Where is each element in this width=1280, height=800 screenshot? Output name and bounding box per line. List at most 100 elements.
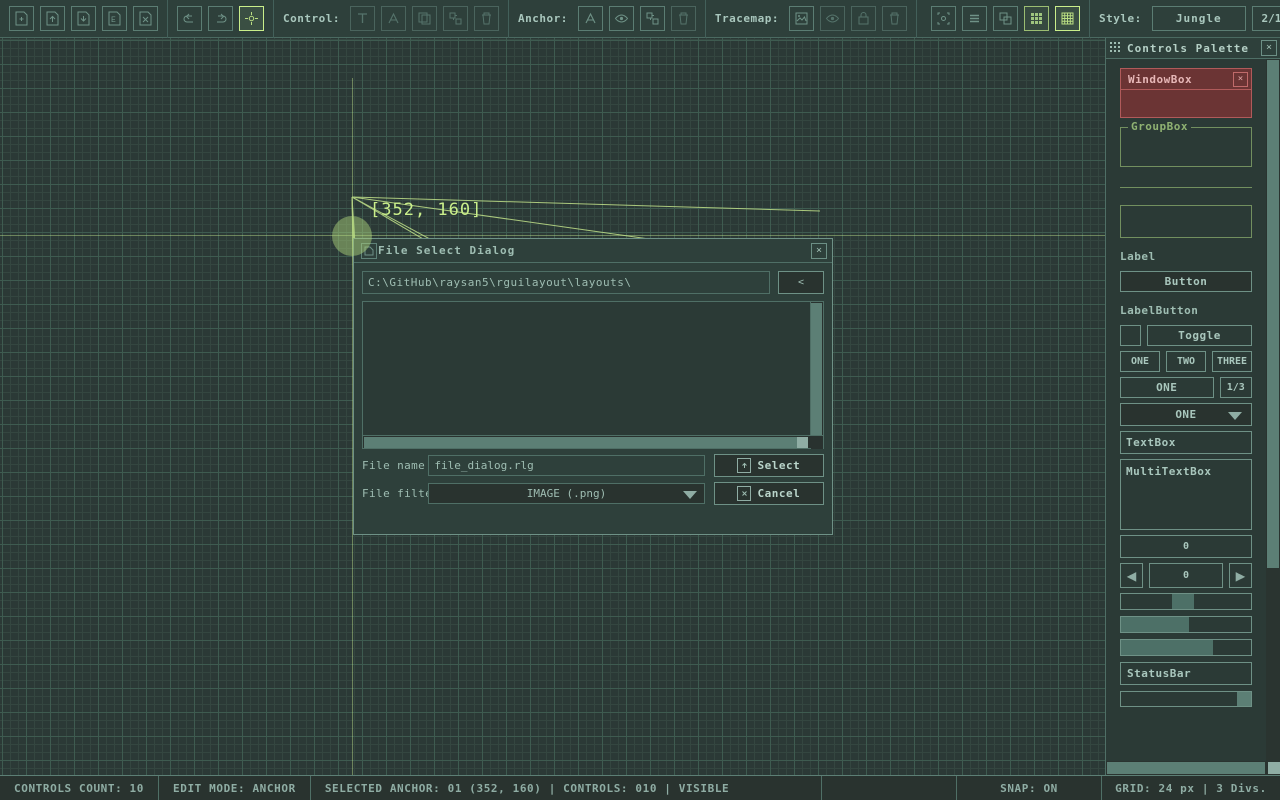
palette-spinner-value[interactable]: 0 [1149,563,1223,588]
palette-header[interactable]: Controls Palette × [1106,38,1280,59]
anchor-mode-button[interactable] [239,6,264,31]
palette-item-toggle[interactable]: Toggle [1147,325,1252,346]
file-filter-value: IMAGE (.png) [526,487,607,500]
control-group-label: Control: [283,12,340,25]
style-name-display[interactable]: Jungle [1151,6,1246,31]
palette-item-multitextbox[interactable]: MultiTextBox [1120,459,1252,530]
progressbar-fill [1121,640,1213,655]
palette-items-list: WindowBox × GroupBox Label Button LabelB… [1106,59,1266,775]
control-delete-button[interactable] [473,6,499,31]
view-list-button[interactable] [961,6,987,31]
palette-togglegroup-two[interactable]: TWO [1166,351,1206,372]
status-selection-info: SELECTED ANCHOR: 01 (352, 160) | CONTROL… [311,776,822,800]
palette-close-icon[interactable]: × [1261,40,1277,56]
dialog-close-icon[interactable]: × [811,243,827,259]
anchor-group-label: Anchor: [517,12,568,25]
control-font-button[interactable] [380,6,406,31]
palette-title: Controls Palette [1127,41,1249,55]
slider-knob[interactable] [1172,594,1194,609]
chevron-down-icon [1228,412,1242,420]
design-canvas[interactable]: File Select Dialog × C:\GitHub\raysan5\r… [0,38,1280,775]
anchor-visibility-button[interactable] [608,6,634,31]
file-list-vscroll-thumb[interactable] [811,303,822,436]
redo-button[interactable] [208,6,233,31]
palette-toggleslider-value[interactable]: ONE [1120,377,1214,398]
status-controls-count: CONTROLS COUNT: 10 [0,776,160,800]
palette-item-slider[interactable] [1120,593,1252,610]
palette-groupbox-label: GroupBox [1128,120,1191,133]
palette-hscroll-thumb[interactable] [1107,762,1265,774]
save-layout-button[interactable] [71,6,96,31]
palette-togglegroup-three[interactable]: THREE [1212,351,1252,372]
palette-item-checkbox[interactable] [1120,325,1141,346]
file-list-hscroll-thumb[interactable] [364,437,805,448]
select-button[interactable]: Select [713,454,824,477]
palette-windowbox-close-icon[interactable]: × [1233,72,1248,87]
palette-item-scrollpanel[interactable] [1120,691,1252,707]
undo-button[interactable] [177,6,202,31]
view-selection-button[interactable] [930,6,956,31]
anchor-coordinate-label: [352, 160] [370,200,483,220]
palette-item-statusbar[interactable]: StatusBar [1120,662,1252,685]
file-name-input[interactable]: file_dialog.rlg [428,455,705,476]
dialog-titlebar[interactable]: File Select Dialog × [354,239,832,263]
tracemap-toolbar-group: Tracemap: [706,0,917,38]
palette-item-label[interactable]: Label [1120,250,1252,263]
view-layers-button[interactable] [992,6,1018,31]
palette-hscroll-button[interactable] [1268,762,1280,774]
palette-item-button[interactable]: Button [1120,271,1252,292]
path-input[interactable]: C:\GitHub\raysan5\rguilayout\layouts\ [362,271,770,294]
control-duplicate-button[interactable] [411,6,437,31]
svg-text:E: E [111,16,116,25]
open-layout-button[interactable] [40,6,65,31]
file-filter-combobox[interactable]: IMAGE (.png) [428,483,705,504]
tracemap-lock-button[interactable] [850,6,876,31]
spinner-right-arrow-icon[interactable]: ▶ [1229,563,1252,588]
palette-toggleslider-fraction[interactable]: 1/3 [1219,377,1252,398]
palette-vscroll-thumb[interactable] [1267,60,1279,568]
export-layout-button[interactable]: E [102,6,127,31]
file-list-vscrollbar[interactable] [810,302,823,449]
view-grid-button[interactable] [1054,6,1080,31]
select-button-label: Select [757,459,801,472]
tracemap-group-label: Tracemap: [714,12,779,25]
path-back-button[interactable]: < [778,271,824,294]
palette-item-progressbar[interactable] [1120,639,1252,656]
file-list-view[interactable] [362,301,824,449]
control-text-button[interactable] [349,6,375,31]
file-list-hscrollbar[interactable] [363,435,823,448]
palette-item-line[interactable] [1120,187,1252,188]
palette-item-textbox[interactable]: TextBox [1120,431,1252,454]
spinner-left-arrow-icon[interactable]: ◀ [1120,563,1143,588]
control-order-button[interactable] [442,6,468,31]
control-toolbar-group: Control: [274,0,509,38]
status-edit-mode: EDIT MODE: ANCHOR [159,776,311,800]
anchor-link-button[interactable] [639,6,665,31]
anchor-handle[interactable] [332,216,372,256]
scrollpanel-thumb[interactable] [1237,692,1251,706]
palette-item-combobox[interactable]: ONE [1120,403,1252,426]
file-select-dialog[interactable]: File Select Dialog × C:\GitHub\raysan5\r… [353,238,833,535]
palette-item-labelbutton[interactable]: LabelButton [1120,304,1252,317]
palette-item-panel[interactable] [1120,205,1252,238]
status-snap: SNAP: ON [957,776,1102,800]
anchor-name-button[interactable] [577,6,603,31]
close-layout-button[interactable] [133,6,158,31]
x-box-icon [737,486,752,501]
palette-item-sliderbar[interactable] [1120,616,1252,633]
palette-togglegroup-one[interactable]: ONE [1120,351,1160,372]
palette-item-valuebox[interactable]: 0 [1120,535,1252,558]
palette-hscrollbar[interactable] [1106,761,1280,775]
palette-item-groupbox[interactable]: GroupBox [1120,120,1252,167]
tracemap-delete-button[interactable] [881,6,907,31]
view-snap-button[interactable] [1023,6,1049,31]
palette-item-windowbox[interactable]: WindowBox × [1120,68,1252,118]
cancel-button[interactable]: Cancel [713,482,824,505]
new-layout-button[interactable] [9,6,34,31]
anchor-delete-button[interactable] [670,6,696,31]
tracemap-load-button[interactable] [788,6,814,31]
status-empty-cell [822,776,957,800]
tracemap-visibility-button[interactable] [819,6,845,31]
file-list-hscroll-button[interactable] [797,437,808,448]
style-toolbar-group: Style: Jungle 2/12 [1090,0,1280,38]
